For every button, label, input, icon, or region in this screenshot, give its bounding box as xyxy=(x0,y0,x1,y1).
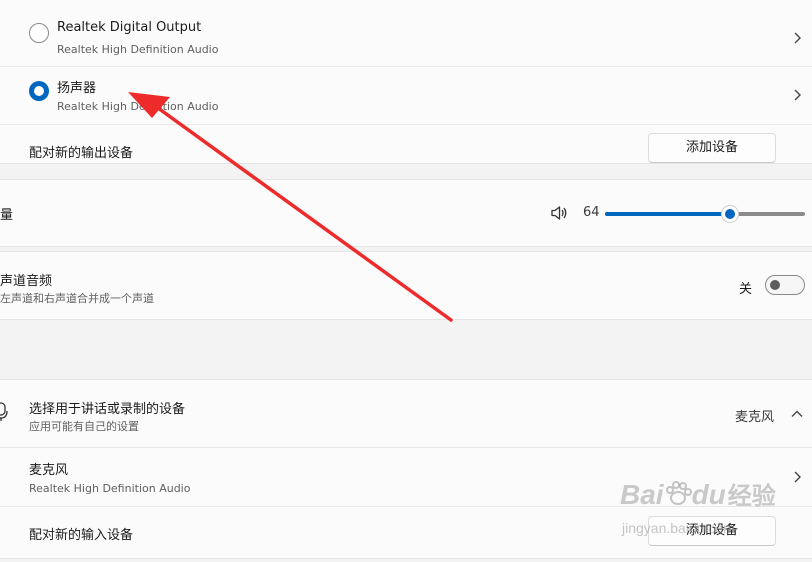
pair-input-label: 配对新的输入设备 xyxy=(29,528,134,543)
mono-audio-title: 声道音频 xyxy=(0,274,53,289)
volume-card: 量 64 xyxy=(0,179,812,247)
input-device-card: 选择用于讲话或录制的设备 应用可能有自己的设置 麦克风 麦克风 Realtek … xyxy=(0,379,812,559)
input-header-sub: 应用可能有自己的设置 xyxy=(29,420,139,433)
pair-input-row: 配对新的输入设备 添加设备 xyxy=(0,507,812,559)
volume-value: 64 xyxy=(583,205,600,220)
device-name: 麦克风 xyxy=(29,463,69,478)
mono-audio-toggle[interactable] xyxy=(765,275,805,295)
input-device-header[interactable]: 选择用于讲话或录制的设备 应用可能有自己的设置 麦克风 xyxy=(0,380,812,448)
toggle-state-label: 关 xyxy=(739,282,753,297)
pair-output-label: 配对新的输出设备 xyxy=(29,146,134,161)
pair-output-row: 配对新的输出设备 添加设备 xyxy=(0,125,812,165)
device-detail: Realtek High Definition Audio xyxy=(29,482,191,495)
output-device-speaker[interactable]: 扬声器 Realtek High Definition Audio xyxy=(0,67,812,125)
input-device-microphone[interactable]: 麦克风 Realtek High Definition Audio xyxy=(0,448,812,506)
device-detail: Realtek High Definition Audio xyxy=(57,43,219,56)
device-name: Realtek Digital Output xyxy=(57,20,202,35)
radio-realtek-digital[interactable] xyxy=(29,23,49,43)
add-output-device-button[interactable]: 添加设备 xyxy=(648,133,776,163)
device-detail: Realtek High Definition Audio xyxy=(57,100,219,113)
chevron-right-icon[interactable] xyxy=(790,88,804,102)
chevron-right-icon[interactable] xyxy=(790,470,804,484)
volume-label: 量 xyxy=(0,208,14,223)
chevron-up-icon[interactable] xyxy=(790,407,804,421)
add-input-device-button[interactable]: 添加设备 xyxy=(648,516,776,546)
slider-fill xyxy=(605,212,729,216)
volume-slider[interactable] xyxy=(605,202,805,226)
toggle-knob xyxy=(770,280,780,290)
mono-audio-card: 声道音频 左声道和右声道合并成一个声道 关 xyxy=(0,251,812,320)
device-name: 扬声器 xyxy=(57,81,97,96)
speaker-icon[interactable] xyxy=(550,205,568,221)
output-device-realtek-digital[interactable]: Realtek Digital Output Realtek High Defi… xyxy=(0,1,812,59)
radio-speaker[interactable] xyxy=(29,81,49,101)
selected-input-device: 麦克风 xyxy=(735,410,775,425)
microphone-icon xyxy=(0,402,8,421)
chevron-right-icon[interactable] xyxy=(790,31,804,45)
output-device-card: Realtek Digital Output Realtek High Defi… xyxy=(0,0,812,164)
input-header-title: 选择用于讲话或录制的设备 xyxy=(29,402,186,417)
mono-audio-desc: 左声道和右声道合并成一个声道 xyxy=(0,292,154,305)
slider-thumb[interactable] xyxy=(721,205,739,223)
